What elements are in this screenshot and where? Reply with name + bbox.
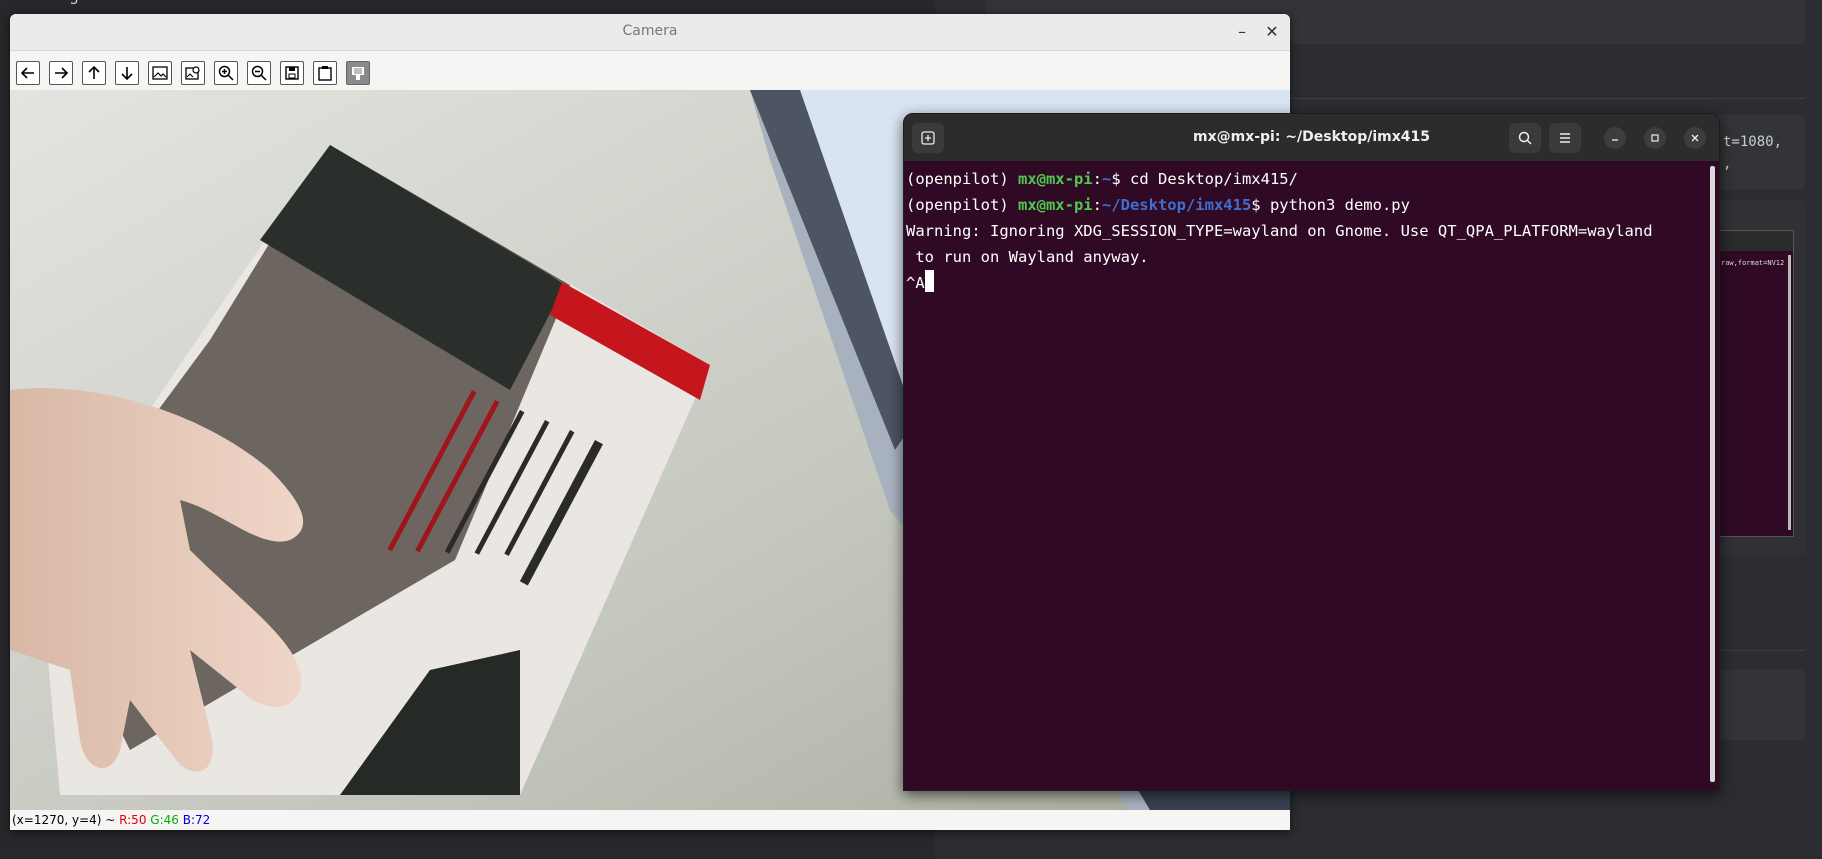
pixel-b-value: B:72 bbox=[182, 813, 211, 827]
pixel-r-value: R:50 bbox=[119, 813, 147, 827]
terminal-input-line[interactable]: ^A bbox=[906, 270, 1696, 296]
terminal-title: mx@mx-pi: ~/Desktop/imx415 bbox=[1192, 129, 1431, 145]
copy-button[interactable] bbox=[313, 61, 337, 85]
zoom-in-button[interactable] bbox=[214, 61, 238, 85]
terminal-minimize-button[interactable] bbox=[1604, 127, 1626, 149]
pixel-status-bar: (x=1270, y=4) ~ R:50 G:46 B:72 bbox=[10, 810, 1290, 830]
search-button[interactable] bbox=[1509, 123, 1541, 153]
save-icon bbox=[285, 66, 299, 80]
menu-button[interactable] bbox=[1549, 123, 1581, 153]
text-cursor bbox=[924, 270, 934, 292]
editor-code-fragment: t=1080, bbox=[1723, 134, 1783, 150]
properties-button[interactable] bbox=[346, 61, 370, 85]
terminal-line: (openpilot) mx@mx-pi:~/Desktop/imx415$ p… bbox=[906, 196, 1410, 214]
image-icon bbox=[152, 66, 168, 80]
pan-up-button[interactable] bbox=[82, 61, 106, 85]
terminal-scrollbar[interactable] bbox=[1710, 166, 1715, 782]
save-button[interactable] bbox=[280, 61, 304, 85]
search-icon bbox=[1518, 131, 1532, 145]
terminal-content[interactable]: (openpilot) mx@mx-pi:~$ cd Desktop/imx41… bbox=[906, 166, 1696, 786]
arrow-left-icon bbox=[20, 67, 34, 79]
terminal-input: ^A bbox=[906, 274, 925, 292]
close-icon bbox=[1691, 134, 1699, 142]
arrow-up-icon bbox=[88, 65, 100, 79]
maximize-icon bbox=[1651, 134, 1659, 142]
thumbnail-text: raw,format=NV12 bbox=[1721, 259, 1785, 267]
zoom-original-button[interactable] bbox=[181, 61, 205, 85]
terminal-output-line: to run on Wayland anyway. bbox=[906, 248, 1149, 266]
zoom-fit-button[interactable] bbox=[148, 61, 172, 85]
editor-line-number: 5 bbox=[70, 0, 79, 8]
zoom-in-icon bbox=[218, 65, 234, 81]
arrow-down-icon bbox=[121, 67, 133, 81]
pan-left-button[interactable] bbox=[16, 61, 40, 85]
terminal-headerbar[interactable]: mx@mx-pi: ~/Desktop/imx415 bbox=[904, 114, 1719, 161]
terminal-close-button[interactable] bbox=[1684, 127, 1706, 149]
zoom-out-icon bbox=[251, 65, 267, 81]
terminal-window[interactable]: mx@mx-pi: ~/Desktop/imx415 (openpilot) m… bbox=[903, 113, 1720, 791]
pan-right-button[interactable] bbox=[49, 61, 73, 85]
terminal-maximize-button[interactable] bbox=[1644, 127, 1666, 149]
zoom-out-button[interactable] bbox=[247, 61, 271, 85]
terminal-line: (openpilot) mx@mx-pi:~$ cd Desktop/imx41… bbox=[906, 170, 1298, 188]
hamburger-menu-icon bbox=[1560, 133, 1570, 143]
pixel-g-value: G:46 bbox=[150, 813, 179, 827]
camera-title: Camera bbox=[622, 23, 678, 39]
arrow-right-icon bbox=[55, 67, 69, 79]
close-button[interactable]: ✕ bbox=[1262, 22, 1282, 42]
cursor-coords: (x=1270, y=4) ~ bbox=[12, 813, 120, 827]
thumbnail-terminal: raw,format=NV12 bbox=[1718, 230, 1794, 537]
settings-icon bbox=[352, 67, 364, 80]
clipboard-icon bbox=[318, 66, 332, 81]
editor-code-fragment-2: , bbox=[1723, 156, 1732, 172]
terminal-output-line: Warning: Ignoring XDG_SESSION_TYPE=wayla… bbox=[906, 222, 1653, 240]
camera-titlebar[interactable]: Camera – ✕ bbox=[10, 14, 1290, 51]
minimize-button[interactable]: – bbox=[1232, 22, 1252, 42]
minimize-icon bbox=[1612, 139, 1618, 141]
image-zoom-icon bbox=[185, 66, 200, 80]
pan-down-button[interactable] bbox=[115, 61, 139, 85]
